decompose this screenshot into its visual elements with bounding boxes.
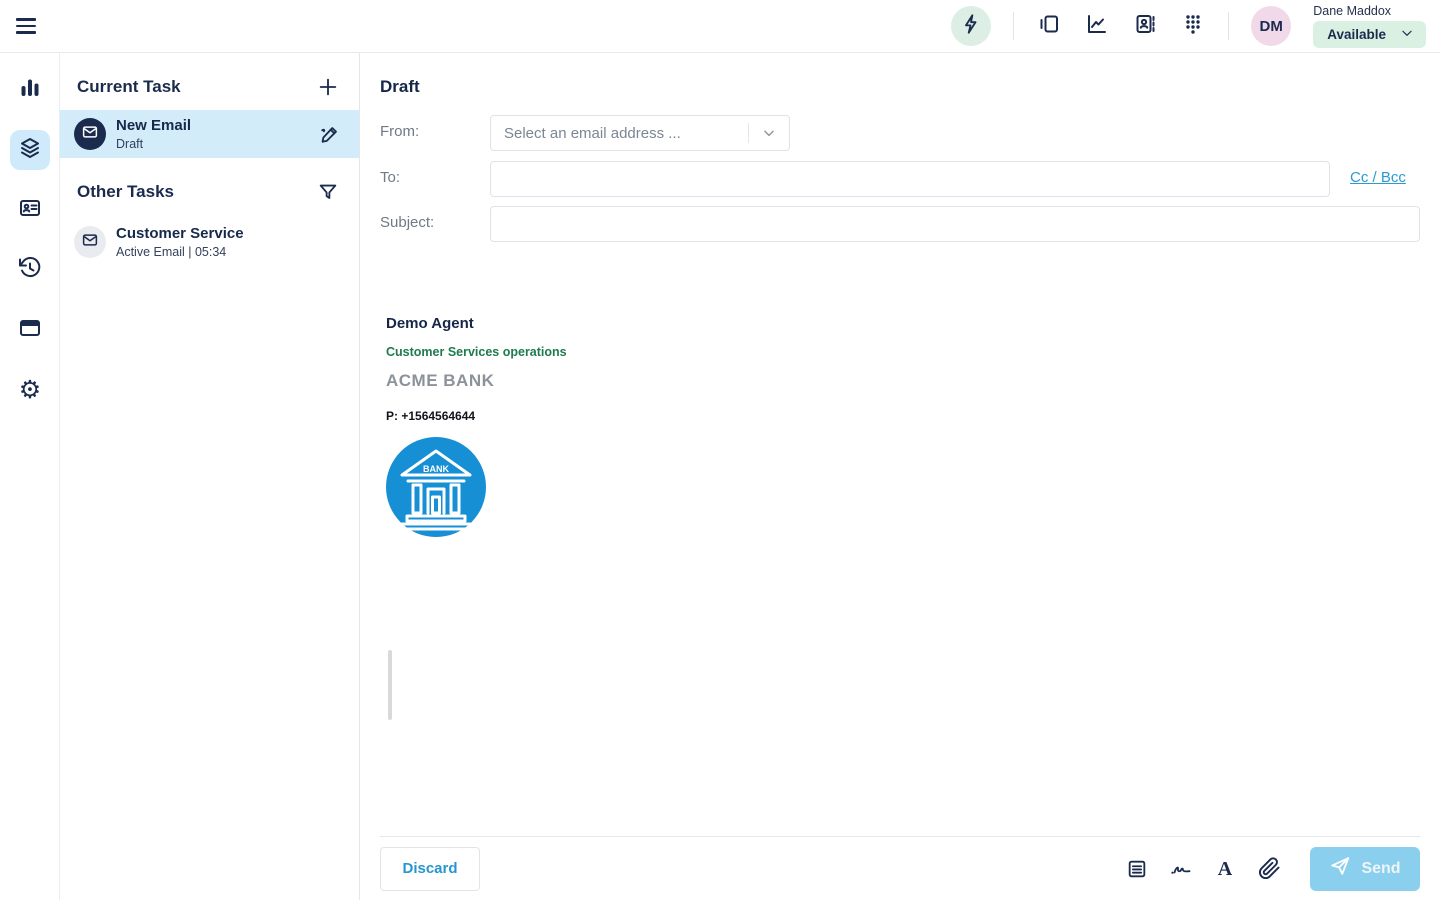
- signature-company: ACME BANK: [386, 371, 567, 391]
- directory-button[interactable]: [1132, 13, 1158, 39]
- nav-analytics[interactable]: [10, 70, 50, 110]
- add-task-button[interactable]: [315, 74, 341, 100]
- email-body-editor[interactable]: Demo Agent Customer Services operations …: [380, 253, 1420, 835]
- compose-footer: Discard A: [380, 836, 1420, 900]
- user-avatar[interactable]: DM: [1251, 6, 1291, 46]
- nav-contacts[interactable]: [10, 190, 50, 230]
- email-compose-area: Draft From: Select an email address ... …: [360, 53, 1440, 900]
- gear-icon: ⚙: [19, 378, 41, 403]
- svg-text:A: A: [1218, 858, 1233, 880]
- email-task-avatar: [74, 118, 106, 150]
- from-select[interactable]: Select an email address ...: [490, 115, 790, 151]
- email-signature: Demo Agent Customer Services operations …: [386, 315, 567, 544]
- scrollbar-thumb[interactable]: [388, 650, 392, 720]
- envelope-icon: [81, 123, 99, 146]
- dialpad-icon: [1181, 12, 1205, 41]
- filter-icon[interactable]: [315, 179, 341, 205]
- send-label: Send: [1361, 860, 1400, 878]
- signature-name: Demo Agent: [386, 315, 567, 332]
- performance-button[interactable]: [1084, 13, 1110, 39]
- task-subtitle: Active Email | 05:34: [116, 245, 343, 259]
- canned-response-icon[interactable]: [1124, 856, 1150, 882]
- signature-phone: P: +1564564644: [386, 409, 567, 423]
- chevron-down-icon: [749, 126, 789, 140]
- envelope-icon: [81, 231, 99, 254]
- left-navigation-rail: ⚙: [0, 53, 60, 900]
- topbar-divider: [1013, 12, 1014, 40]
- contact-book-icon: [1133, 12, 1157, 41]
- menu-icon[interactable]: [16, 12, 44, 40]
- other-tasks-header: Other Tasks: [77, 182, 174, 202]
- discard-button[interactable]: Discard: [380, 847, 480, 891]
- attachment-paperclip-icon[interactable]: [1256, 856, 1282, 882]
- browser-window-icon: [18, 316, 42, 345]
- subject-label: Subject:: [380, 214, 434, 231]
- chevron-down-icon: [1400, 26, 1414, 43]
- panels-icon: [1037, 12, 1061, 41]
- task-subtitle: Draft: [116, 137, 317, 151]
- email-task-avatar: [74, 226, 106, 258]
- cc-bcc-link[interactable]: Cc / Bcc: [1350, 169, 1406, 186]
- task-title: New Email: [116, 117, 317, 134]
- status-label: Available: [1327, 27, 1386, 42]
- nav-apps-window[interactable]: [10, 310, 50, 350]
- dialpad-button[interactable]: [1180, 13, 1206, 39]
- line-chart-icon: [1085, 12, 1109, 41]
- lightning-icon: [960, 13, 982, 40]
- layers-icon: [18, 136, 42, 165]
- to-label: To:: [380, 169, 400, 186]
- edit-pencil-icon[interactable]: [317, 121, 343, 147]
- contact-card-icon: [18, 196, 42, 225]
- to-input[interactable]: [490, 161, 1330, 197]
- top-bar: DM Dane Maddox Available: [0, 0, 1440, 53]
- nav-tasks[interactable]: [10, 130, 50, 170]
- task-item-new-email[interactable]: New Email Draft: [60, 110, 359, 158]
- task-panel: Current Task New Email Draft Other Task: [60, 53, 360, 900]
- signature-department: Customer Services operations: [386, 345, 567, 359]
- nav-settings[interactable]: ⚙: [10, 370, 50, 410]
- interactions-button[interactable]: [1036, 13, 1062, 39]
- compose-title: Draft: [380, 77, 420, 97]
- topbar-divider: [1228, 12, 1229, 40]
- status-dropdown[interactable]: Available: [1313, 21, 1426, 48]
- agent-assist-button[interactable]: [951, 6, 991, 46]
- from-label: From:: [380, 123, 419, 140]
- paper-plane-icon: [1329, 855, 1351, 882]
- signature-icon[interactable]: [1168, 856, 1194, 882]
- send-button[interactable]: Send: [1310, 847, 1420, 891]
- font-format-icon[interactable]: A: [1212, 856, 1238, 882]
- bank-logo: BANK: [384, 435, 567, 544]
- bank-logo-label: BANK: [423, 464, 449, 474]
- nav-history[interactable]: [10, 250, 50, 290]
- current-task-header: Current Task: [77, 77, 181, 97]
- user-name: Dane Maddox: [1313, 4, 1426, 18]
- task-item-customer-service[interactable]: Customer Service Active Email | 05:34: [60, 217, 359, 267]
- subject-input[interactable]: [490, 206, 1420, 242]
- from-placeholder: Select an email address ...: [491, 125, 748, 142]
- bar-chart-icon: [18, 76, 42, 105]
- history-clock-icon: [18, 256, 42, 285]
- task-title: Customer Service: [116, 225, 343, 242]
